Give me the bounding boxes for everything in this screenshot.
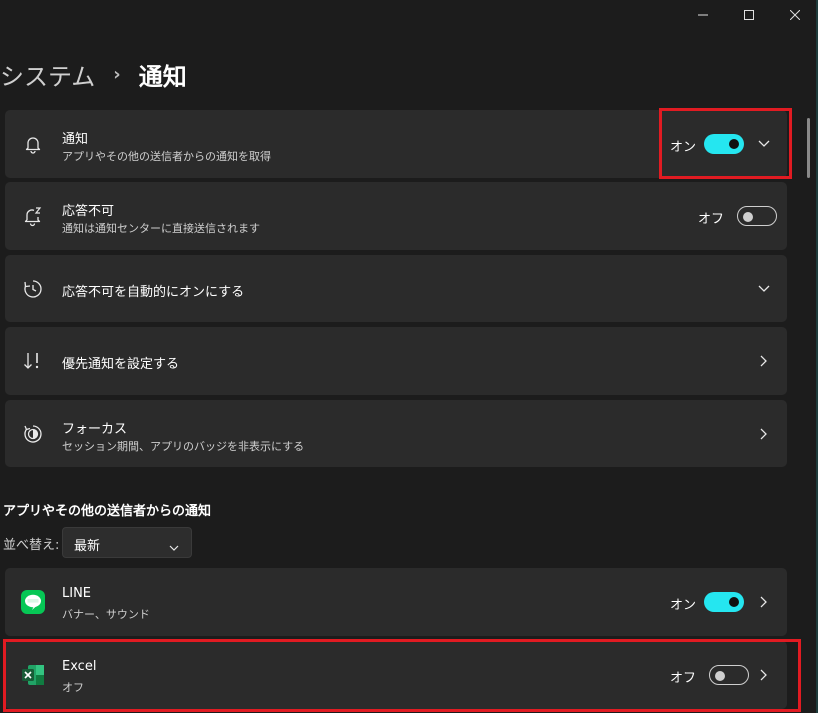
chevron-right-icon[interactable] — [756, 594, 772, 610]
maximize-icon[interactable] — [726, 0, 772, 30]
sort-label: 並べ替え: — [3, 538, 60, 553]
clock-icon — [21, 277, 45, 301]
auto-dnd-row[interactable]: 応答不可を自動的にオンにする — [5, 255, 787, 322]
focus-icon — [21, 422, 45, 446]
do-not-disturb-status: オフ — [698, 212, 725, 227]
bell-zz-icon — [21, 204, 45, 228]
row-subtitle: アプリやその他の送信者からの通知を取得 — [62, 150, 271, 163]
priority-notifications-row[interactable]: 優先通知を設定する — [5, 327, 787, 395]
apps-section-title: アプリやその他の送信者からの通知 — [3, 504, 212, 519]
bell-icon — [21, 132, 45, 156]
chevron-down-icon — [169, 537, 179, 556]
sort-dropdown[interactable]: 最新 — [62, 527, 192, 558]
row-title: フォーカス — [62, 422, 128, 437]
app-subtitle: バナー、サウンド — [62, 608, 150, 621]
row-subtitle: セッション期間、アプリのバッジを非表示にする — [62, 440, 305, 453]
sort-value: 最新 — [74, 539, 101, 554]
breadcrumb-separator: › — [113, 63, 121, 85]
do-not-disturb-row[interactable]: 応答不可 通知は通知センターに直接送信されます オフ — [5, 182, 787, 250]
line-status: オン — [670, 598, 697, 613]
window-controls — [680, 0, 818, 30]
do-not-disturb-toggle[interactable] — [737, 206, 777, 226]
scrollbar-thumb[interactable] — [807, 118, 810, 178]
app-name: LINE — [62, 586, 92, 601]
focus-row[interactable]: フォーカス セッション期間、アプリのバッジを非表示にする — [5, 400, 787, 467]
line-toggle[interactable] — [704, 592, 744, 612]
highlight-box-notifications-toggle — [659, 108, 792, 179]
row-title: 応答不可 — [62, 204, 115, 219]
breadcrumb: システム › 通知 — [0, 54, 187, 94]
line-app-icon — [21, 590, 45, 614]
row-title: 応答不可を自動的にオンにする — [62, 285, 245, 300]
app-row-line[interactable]: LINE バナー、サウンド オン — [5, 568, 787, 636]
breadcrumb-parent[interactable]: システム — [0, 57, 95, 92]
minimize-icon[interactable] — [680, 0, 726, 30]
row-title: 通知 — [62, 132, 89, 147]
chevron-right-icon[interactable] — [756, 426, 772, 442]
priority-sort-icon — [21, 349, 45, 373]
highlight-box-excel-row — [3, 639, 801, 712]
close-icon[interactable] — [772, 0, 818, 30]
row-title: 優先通知を設定する — [62, 357, 180, 372]
row-subtitle: 通知は通知センターに直接送信されます — [62, 222, 260, 235]
chevron-down-icon[interactable] — [756, 281, 772, 297]
chevron-right-icon[interactable] — [756, 353, 772, 369]
page-title: 通知 — [138, 62, 187, 91]
